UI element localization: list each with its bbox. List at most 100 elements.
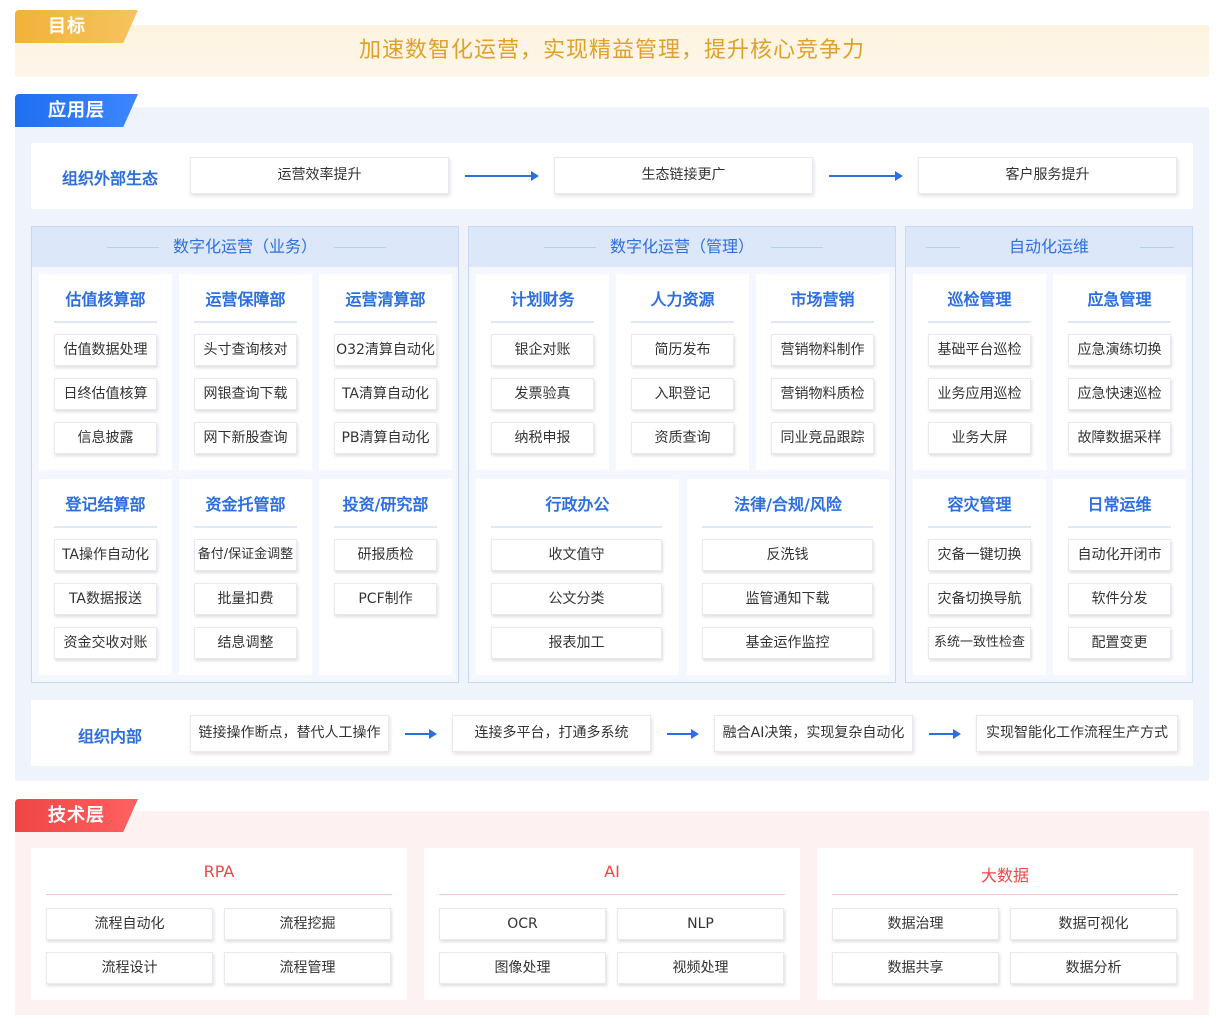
function-item: 应急演练切换 [1068,334,1171,366]
function-item: PB清算自动化 [334,422,437,454]
arrow-icon [829,171,903,181]
dept-card: 投资/研究部 研报质检 PCF制作 [319,479,452,675]
function-item: 日终估值核算 [54,378,157,410]
divider [46,894,392,895]
function-item: 配置变更 [1068,627,1171,659]
function-item: TA数据报送 [54,583,157,615]
tech-item: OCR [439,908,606,940]
function-item: 银企对账 [491,334,594,366]
divider [702,526,873,528]
tech-item: 数据分析 [1010,952,1177,984]
function-item: 批量扣费 [194,583,297,615]
dept-card: 运营保障部 头寸查询核对 网银查询下载 网下新股查询 [179,274,312,470]
function-item: 研报质检 [334,539,437,571]
dept-title: 行政办公 [545,495,610,514]
divider [491,526,662,528]
dept-card: 资金托管部 备付/保证金调整 批量扣费 结息调整 [179,479,312,675]
external-ecosystem-label: 组织外部生态 [61,169,158,188]
tech-item: 流程设计 [46,952,213,984]
divider [1068,526,1171,528]
function-item: PCF制作 [334,583,437,615]
divider [832,894,1178,895]
divider [194,526,297,528]
dept-title: 法律/合规/风险 [734,495,842,514]
function-item: 灾备一键切换 [928,539,1031,571]
function-item: 信息披露 [54,422,157,454]
function-item: 资质查询 [631,422,734,454]
external-step: 客户服务提升 [918,157,1177,194]
dept-card: 法律/合规/风险 反洗钱 监管通知下载 基金运作监控 [687,479,889,675]
goal-tag: 目标 [15,10,138,43]
dept-title: 市场营销 [790,290,855,309]
divider [194,321,297,323]
function-item: 自动化开闭市 [1068,539,1171,571]
dept-card: 巡检管理 基础平台巡检 业务应用巡检 业务大屏 [913,274,1046,470]
function-item: 应急快速巡检 [1068,378,1171,410]
internal-step: 融合AI决策，实现复杂自动化 [714,715,913,752]
function-item: 发票验真 [491,378,594,410]
group-title: 数字化运营（管理） [609,237,754,256]
divider [771,321,874,323]
divider [1068,321,1171,323]
dept-title: 资金托管部 [205,495,286,514]
dept-card: 计划财务 银企对账 发票验真 纳税申报 [476,274,609,470]
function-item: 报表加工 [491,627,662,659]
tech-item: 数据可视化 [1010,908,1177,940]
dept-card: 容灾管理 灾备一键切换 灾备切换导航 系统一致性检查 [913,479,1046,675]
function-item: 网银查询下载 [194,378,297,410]
arrow-icon [667,729,699,739]
arrow-icon [929,729,961,739]
tech-card-ai: AI OCR NLP 图像处理 视频处理 [424,848,800,1000]
group-title: 数字化运营（业务） [172,237,317,256]
dept-card: 登记结算部 TA操作自动化 TA数据报送 资金交收对账 [39,479,172,675]
function-item: 入职登记 [631,378,734,410]
external-step: 生态链接更广 [554,157,813,194]
function-item: 简历发布 [631,334,734,366]
tech-title: AI [604,862,620,881]
dept-title: 容灾管理 [947,495,1012,514]
goal-text: 加速数智化运营，实现精益管理，提升核心竞争力 [358,38,865,63]
function-item: 收文值守 [491,539,662,571]
dept-card: 人力资源 简历发布 入职登记 资质查询 [616,274,749,470]
function-item: 营销物料制作 [771,334,874,366]
group-title: 自动化运维 [1008,237,1089,256]
divider [631,321,734,323]
tech-item: 数据治理 [832,908,999,940]
divider [334,321,437,323]
divider [334,526,437,528]
function-item: 基础平台巡检 [928,334,1031,366]
dept-title: 应急管理 [1087,290,1152,309]
dept-title: 日常运维 [1087,495,1152,514]
tech-item: 流程管理 [224,952,391,984]
function-item: 业务大屏 [928,422,1031,454]
divider [439,894,785,895]
dept-card: 日常运维 自动化开闭市 软件分发 配置变更 [1053,479,1186,675]
dept-title: 巡检管理 [947,290,1012,309]
tech-item: 流程挖掘 [224,908,391,940]
tech-item: 流程自动化 [46,908,213,940]
tech-item: 数据共享 [832,952,999,984]
function-item: TA清算自动化 [334,378,437,410]
function-item: 结息调整 [194,627,297,659]
divider [54,321,157,323]
dept-card: 运营清算部 O32清算自动化 TA清算自动化 PB清算自动化 [319,274,452,470]
tech-item: NLP [617,908,784,940]
dept-card: 行政办公 收文值守 公文分类 报表加工 [476,479,679,675]
internal-step: 链接操作断点，替代人工操作 [190,715,389,752]
dept-card: 应急管理 应急演练切换 应急快速巡检 故障数据采样 [1053,274,1186,470]
function-item: 软件分发 [1068,583,1171,615]
dept-title: 人力资源 [650,290,715,309]
dept-title: 估值核算部 [65,290,146,309]
internal-step: 实现智能化工作流程生产方式 [976,715,1178,752]
group-business: 数字化运营（业务） 估值核算部 估值数据处理 日终估值核算 信息披露 运营保障部… [31,226,459,683]
internal-step: 连接多平台，打通多系统 [452,715,651,752]
tech-item: 视频处理 [617,952,784,984]
dept-title: 运营保障部 [205,290,286,309]
tech-title: 大数据 [980,866,1029,885]
function-item: 备付/保证金调整 [194,539,297,571]
divider [54,526,157,528]
application-tag: 应用层 [15,94,138,127]
dept-card: 估值核算部 估值数据处理 日终估值核算 信息披露 [39,274,172,470]
dept-title: 计划财务 [510,290,575,309]
function-item: 监管通知下载 [702,583,873,615]
